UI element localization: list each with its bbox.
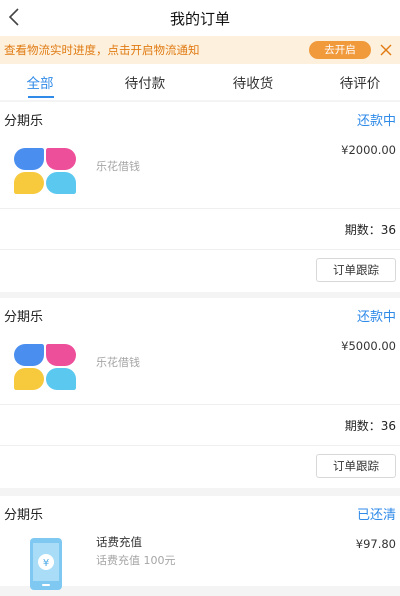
page-title: 我的订单 — [169, 10, 230, 28]
item-title: 话费充值 — [96, 535, 142, 549]
tab-pending-receipt[interactable]: 待收货 — [213, 72, 293, 92]
active-tab-indicator — [28, 96, 54, 98]
order-header: 分期乐 已还清 — [0, 496, 400, 530]
seller-name: 分期乐 — [4, 310, 44, 325]
seller-name: 分期乐 — [4, 508, 44, 523]
tab-all[interactable]: 全部 — [0, 72, 80, 92]
item-subtitle: 话费充值 100元 — [96, 554, 176, 567]
tab-pending-payment[interactable]: 待付款 — [105, 72, 185, 92]
installment-periods: 期数：36 — [344, 419, 396, 433]
order-actions: 订单跟踪 — [0, 250, 400, 292]
tab-pending-review[interactable]: 待评价 — [320, 72, 400, 92]
item-name: 乐花借钱 — [96, 356, 140, 369]
order-tabs: 全部 待付款 待收货 待评价 — [0, 64, 400, 100]
close-icon[interactable] — [378, 42, 394, 58]
enable-notification-button[interactable]: 去开启 — [309, 41, 371, 59]
clover-logo-icon — [14, 344, 76, 390]
logistics-notice-bar: 查看物流实时进度，点击开启物流通知 去开启 — [0, 36, 400, 64]
item-price: ¥97.80 — [355, 537, 396, 551]
svg-text:¥: ¥ — [43, 558, 49, 569]
order-header: 分期乐 还款中 — [0, 102, 400, 136]
installment-periods: 期数：36 — [344, 223, 396, 237]
item-name: 乐花借钱 — [96, 160, 140, 173]
status-badge: 还款中 — [356, 310, 396, 325]
order-tracking-button[interactable]: 订单跟踪 — [316, 454, 396, 478]
seller-name: 分期乐 — [4, 114, 44, 129]
order-actions: 订单跟踪 — [0, 446, 400, 488]
clover-logo-icon — [14, 148, 76, 194]
item-price: ¥2000.00 — [341, 143, 396, 157]
order-header: 分期乐 还款中 — [0, 298, 400, 332]
period-row: 期数：36 — [0, 209, 400, 249]
status-badge: 已还清 — [356, 508, 396, 523]
order-card[interactable]: 分期乐 还款中 乐花借钱 ¥5000.00 期数：36 订单跟踪 — [0, 298, 400, 488]
order-item[interactable]: 乐花借钱 ¥5000.00 — [0, 332, 400, 404]
order-tracking-button[interactable]: 订单跟踪 — [316, 258, 396, 282]
order-item[interactable]: ¥ 话费充值 话费充值 100元 ¥97.80 — [0, 530, 400, 590]
phone-recharge-icon: ¥ — [28, 536, 64, 592]
order-item[interactable]: 乐花借钱 ¥2000.00 — [0, 136, 400, 208]
order-card[interactable]: 分期乐 还款中 乐花借钱 ¥2000.00 期数：36 订单跟踪 — [0, 102, 400, 292]
order-card[interactable]: 分期乐 已还清 ¥ 话费充值 话费充值 100元 ¥97.80 — [0, 496, 400, 590]
top-bar: 我的订单 — [0, 0, 400, 36]
status-badge: 还款中 — [356, 114, 396, 129]
period-row: 期数：36 — [0, 405, 400, 445]
item-price: ¥5000.00 — [341, 339, 396, 353]
notice-text: 查看物流实时进度，点击开启物流通知 — [4, 43, 200, 57]
